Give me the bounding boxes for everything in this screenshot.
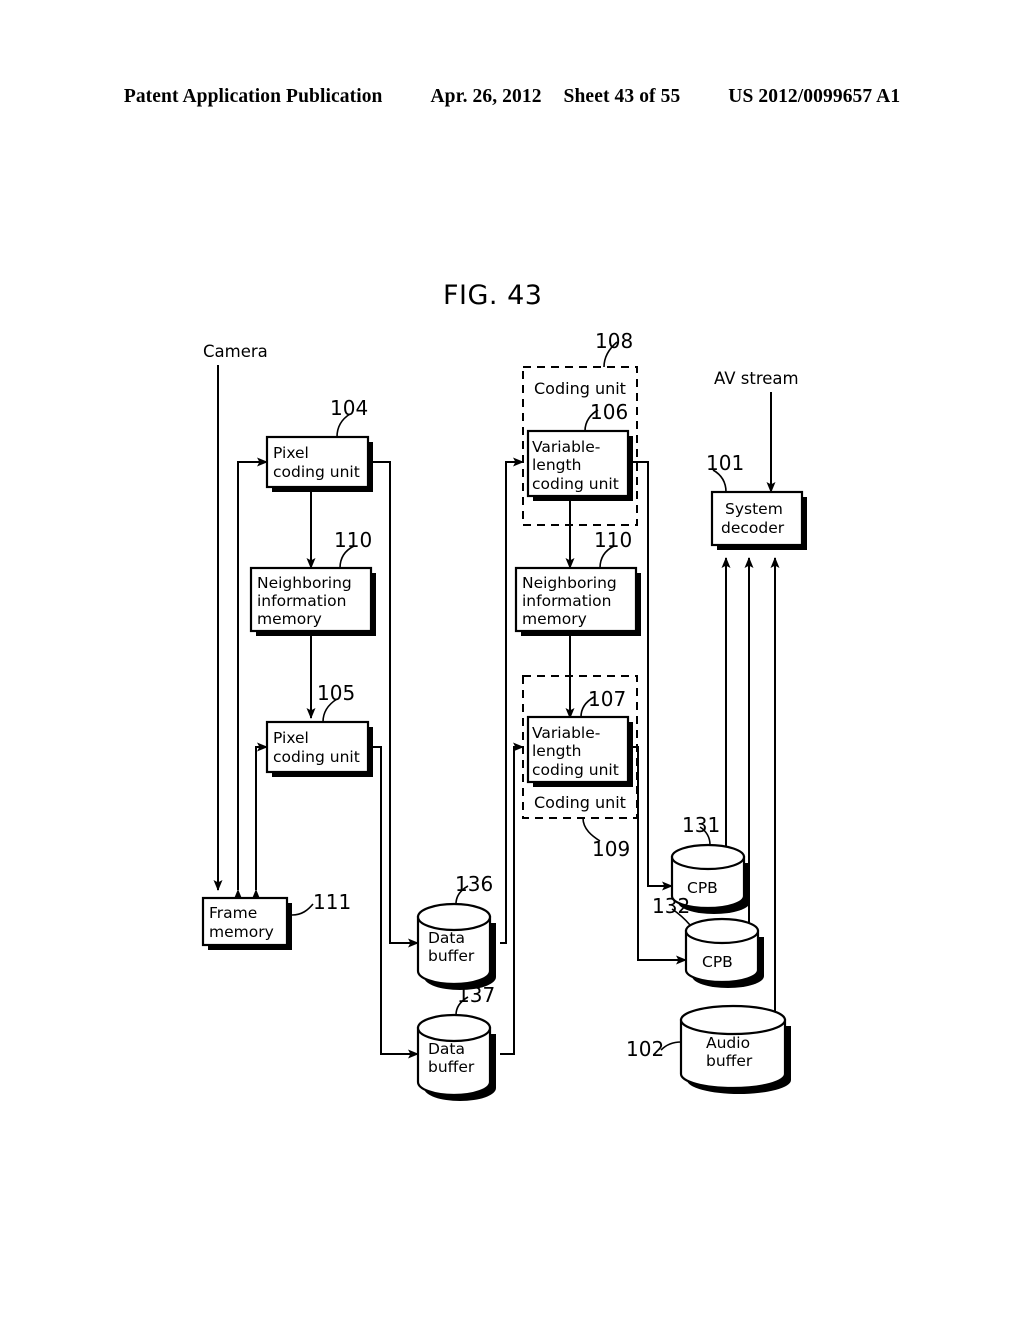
ref-111: 111 <box>313 890 351 914</box>
ref-106: 106 <box>590 400 628 424</box>
group-108-caption: Coding unit <box>534 379 626 398</box>
pcu105-line1: Pixel <box>273 729 309 747</box>
wire-frame-memory-to-pcu-105 <box>251 742 268 900</box>
ref-107: 107 <box>588 687 626 711</box>
ref-136: 136 <box>455 872 493 896</box>
wire-frame-memory-to-pcu-104 <box>233 457 268 900</box>
patent-figure-page: Patent Application Publication Apr. 26, … <box>0 0 1024 1320</box>
vlc107-line1: Variable- <box>532 724 600 742</box>
wire-buffer136-to-vlc106 <box>500 457 524 944</box>
ref-102: 102 <box>626 1037 664 1061</box>
buffer137-line2: buffer <box>428 1058 475 1076</box>
block-variable-length-coding-unit-106[interactable]: Variable- length coding unit <box>526 429 633 501</box>
ref-101: 101 <box>706 451 744 475</box>
ref-109: 109 <box>592 837 630 861</box>
group-109-caption: Coding unit <box>534 793 626 812</box>
nim-left-line1: Neighboring <box>257 574 352 592</box>
nim-right-line3: memory <box>522 610 587 628</box>
audio-buffer-line1: Audio <box>706 1034 750 1052</box>
av-stream-label: AV stream <box>714 369 799 388</box>
vlc106-line1: Variable- <box>532 438 600 456</box>
nim-left-line2: information <box>257 592 346 610</box>
ref-137: 137 <box>457 983 495 1007</box>
frame-memory-line2: memory <box>209 923 274 941</box>
cylinder-data-buffer-136[interactable]: Data buffer <box>416 902 496 990</box>
cylinder-audio-buffer-102[interactable]: Audio buffer <box>679 1004 791 1094</box>
nim-left-line3: memory <box>257 610 322 628</box>
vlc106-line2: length <box>532 456 581 474</box>
wire-pcu104-to-buffer136 <box>371 461 419 948</box>
leader-111 <box>291 903 314 916</box>
buffer137-line1: Data <box>428 1040 465 1058</box>
ref-131: 131 <box>682 813 720 837</box>
wire-vlc106-to-cpb131 <box>628 461 673 891</box>
cpb132-label: CPB <box>702 953 733 971</box>
pcu105-line2: coding unit <box>273 748 360 766</box>
vlc107-line2: length <box>532 742 581 760</box>
pcu104-line2: coding unit <box>273 463 360 481</box>
buffer136-line2: buffer <box>428 947 475 965</box>
system-decoder-line1: System <box>725 500 783 518</box>
nim-right-line2: information <box>522 592 611 610</box>
figure-diagram: Camera AV stream Coding unit 108 Coding … <box>201 329 807 1101</box>
block-variable-length-coding-unit-107[interactable]: Variable- length coding unit <box>526 715 633 787</box>
vlc106-line3: coding unit <box>532 475 619 493</box>
ref-110-left: 110 <box>334 528 372 552</box>
frame-memory-line1: Frame <box>209 904 257 922</box>
block-pixel-coding-unit-105[interactable]: Pixel coding unit <box>265 720 373 777</box>
ref-132: 132 <box>652 894 690 918</box>
ref-105: 105 <box>317 681 355 705</box>
wire-buffer137-to-vlc107 <box>500 742 524 1055</box>
cylinder-data-buffer-137[interactable]: Data buffer <box>416 1013 496 1101</box>
block-frame-memory-111[interactable]: Frame memory <box>201 896 292 950</box>
ref-104: 104 <box>330 396 368 420</box>
pcu104-line1: Pixel <box>273 444 309 462</box>
block-pixel-coding-unit-104[interactable]: Pixel coding unit <box>265 435 373 492</box>
cpb131-label: CPB <box>687 879 718 897</box>
vlc107-line3: coding unit <box>532 761 619 779</box>
block-neighboring-information-memory-left[interactable]: Neighboring information memory <box>249 566 376 636</box>
buffer136-line1: Data <box>428 929 465 947</box>
block-system-decoder-101[interactable]: System decoder <box>710 490 807 550</box>
camera-label: Camera <box>203 342 268 361</box>
ref-108: 108 <box>595 329 633 353</box>
block-neighboring-information-memory-right[interactable]: Neighboring information memory <box>514 566 641 636</box>
nim-right-line1: Neighboring <box>522 574 617 592</box>
audio-buffer-line2: buffer <box>706 1052 753 1070</box>
wire-pcu105-to-buffer137 <box>371 746 419 1059</box>
system-decoder-line2: decoder <box>721 519 785 537</box>
cylinder-cpb-132[interactable]: CPB <box>684 917 764 988</box>
ref-110-right: 110 <box>594 528 632 552</box>
